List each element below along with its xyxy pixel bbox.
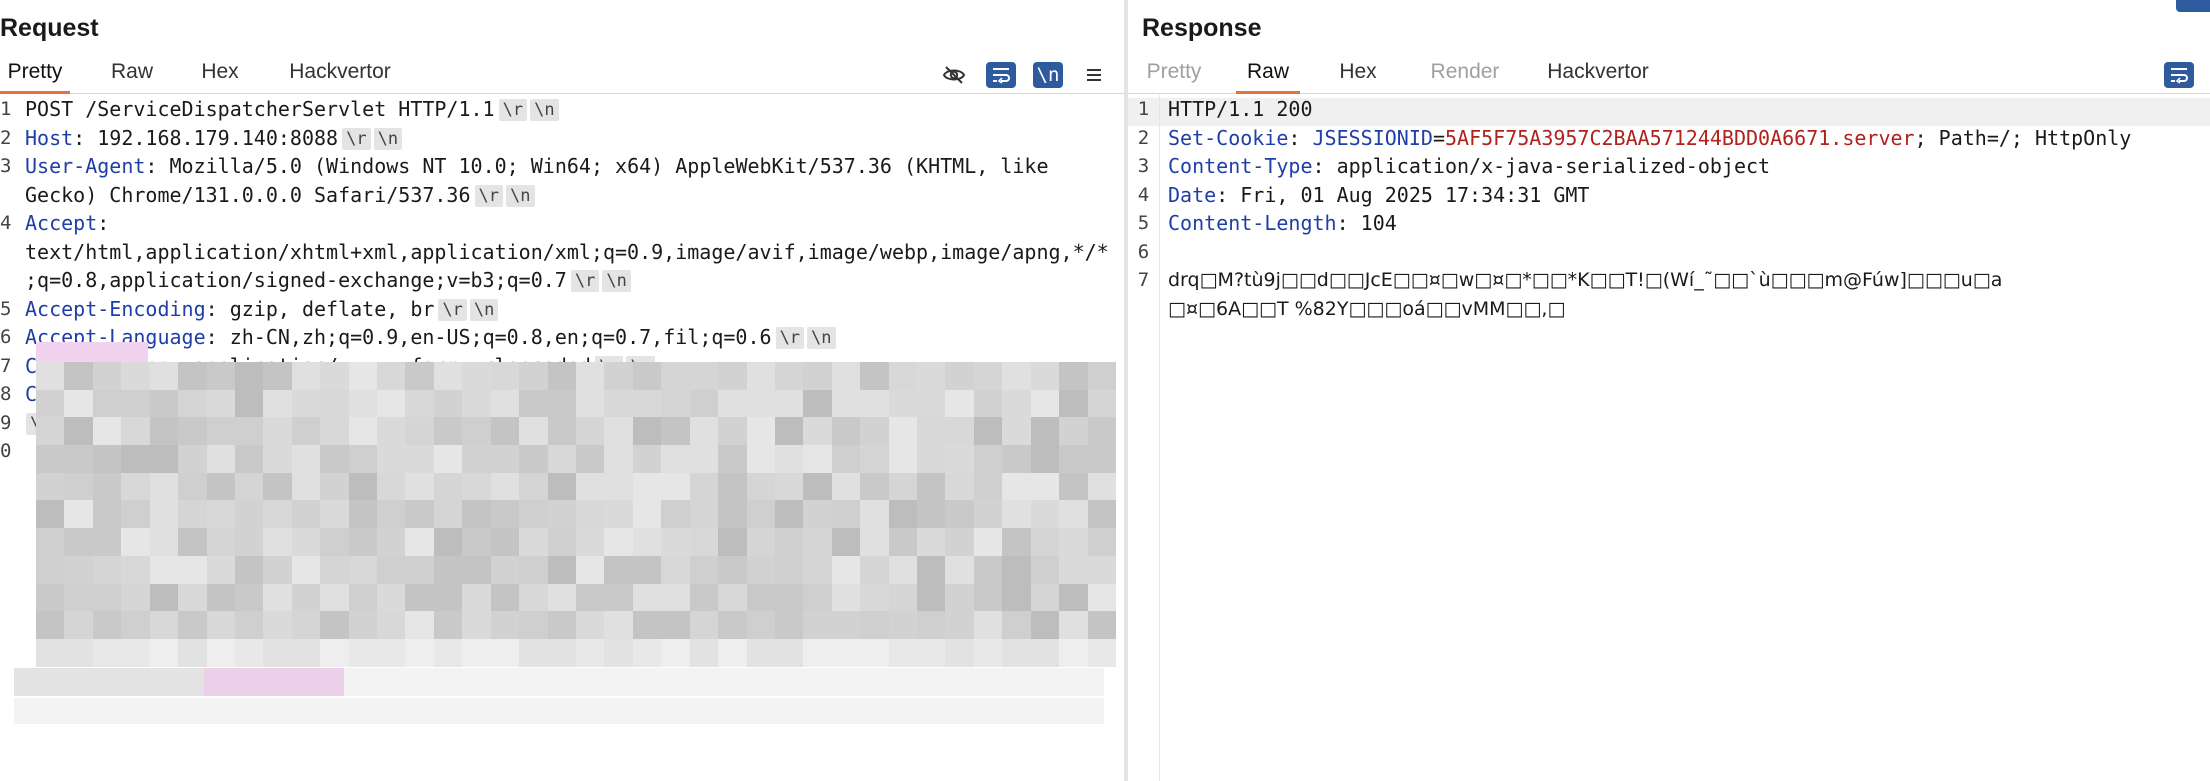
request-tab-raw[interactable]: Raw: [100, 54, 164, 94]
request-line-4: Accept:: [25, 211, 110, 235]
response-line-1: HTTP/1.1 200: [1168, 97, 1313, 121]
response-title: Response: [1142, 14, 1262, 42]
line-number: 3: [0, 155, 12, 177]
response-line-gutter: 1 2 3 4 5 6 7: [1128, 95, 1160, 781]
line-number: 4: [0, 212, 12, 234]
request-tab-pretty[interactable]: Pretty: [0, 54, 70, 94]
request-line-4-cont: text/html,application/xhtml+xml,applicat…: [25, 239, 1109, 264]
line-number: 2: [0, 126, 12, 149]
response-body-line-1: drq□M?tù9j□□d□□JcE□□¤□w□¤□*□□*K□□T!□(Wí_…: [1168, 269, 2003, 291]
line-number: 4: [1137, 183, 1150, 206]
request-line-5: Accept-Encoding: gzip, deflate, br \r \n: [25, 295, 499, 323]
request-line-4-cont2: ;q=0.8,application/signed-exchange;v=b3;…: [25, 266, 631, 294]
line-number: 1: [0, 98, 12, 120]
line-number: 2: [1137, 126, 1150, 149]
request-tabbar: Pretty Raw Hex Hackvertor \n: [0, 54, 1124, 94]
response-tab-hackvertor[interactable]: Hackvertor: [1538, 54, 1658, 94]
word-wrap-icon[interactable]: [986, 62, 1016, 88]
word-wrap-icon[interactable]: [2164, 62, 2194, 88]
request-tab-hex[interactable]: Hex: [190, 54, 250, 94]
line-number: 7: [1137, 269, 1150, 291]
response-tab-raw[interactable]: Raw: [1236, 54, 1300, 94]
request-pane: Request Pretty Raw Hex Hackvertor \n 1 2…: [0, 0, 1124, 781]
response-tab-render[interactable]: Render: [1420, 54, 1510, 94]
eye-off-icon[interactable]: [939, 62, 969, 88]
response-line-5: Content-Length: 104: [1168, 211, 1397, 235]
line-number: 6: [1137, 240, 1150, 263]
request-line-3: User-Agent: Mozilla/5.0 (Windows NT 10.0…: [25, 154, 1049, 178]
redacted-request-body: [14, 342, 1116, 742]
response-pane: Response Pretty Raw Hex Render Hackverto…: [1128, 0, 2210, 781]
hamburger-menu-icon[interactable]: [1079, 62, 1109, 88]
request-line-2: Host: 192.168.179.140:8088 \r \n: [25, 124, 403, 152]
request-tab-hackvertor[interactable]: Hackvertor: [280, 54, 400, 94]
corner-action-icon[interactable]: [2176, 0, 2210, 12]
newline-toggle-button[interactable]: \n: [1033, 62, 1063, 88]
line-number: 5: [0, 297, 12, 320]
line-number: 5: [1137, 212, 1150, 234]
response-tabbar: Pretty Raw Hex Render Hackvertor: [1128, 54, 2210, 94]
request-line-1: POST /ServiceDispatcherServlet HTTP/1.1 \…: [25, 95, 559, 123]
line-number: 1: [1137, 98, 1150, 120]
response-line-3: Content-Type: application/x-java-seriali…: [1168, 154, 1771, 178]
response-tab-pretty[interactable]: Pretty: [1138, 54, 1210, 94]
response-body-line-2: □¤□6A□□T %82Y□□□oá□□vMM□□,□: [1168, 297, 1566, 320]
request-title: Request: [0, 14, 99, 42]
line-number: 3: [1137, 155, 1150, 177]
response-tab-hex[interactable]: Hex: [1328, 54, 1388, 94]
response-line-4: Date: Fri, 01 Aug 2025 17:34:31 GMT: [1168, 182, 1590, 207]
request-line-3-cont: Gecko) Chrome/131.0.0.0 Safari/537.36 \r \…: [25, 181, 535, 209]
response-editor[interactable]: 1 2 3 4 5 6 7 HTTP/1.1 200 Set-Cookie: J…: [1128, 95, 2210, 781]
response-line-2: Set-Cookie: JSESSIONID=5AF5F75A3957C2BAA…: [1168, 125, 2132, 150]
